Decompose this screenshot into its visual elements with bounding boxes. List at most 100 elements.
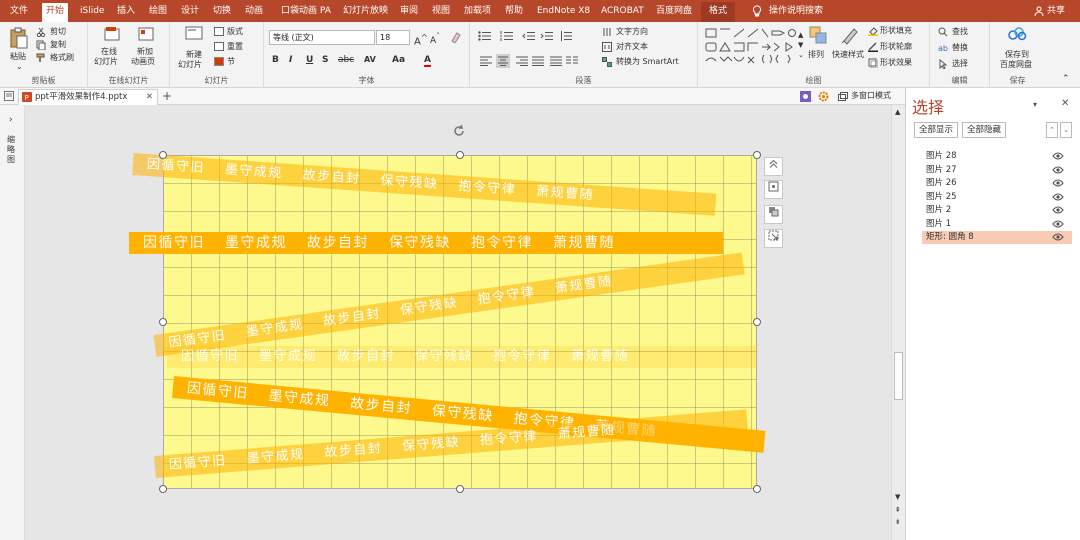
tab-slideshow[interactable]: 幻灯片放映: [343, 4, 388, 22]
find-button[interactable]: 查找: [952, 27, 968, 37]
tab-draw[interactable]: 绘图: [149, 4, 167, 22]
tab-design[interactable]: 设计: [181, 4, 199, 22]
tab-insert[interactable]: 插入: [117, 4, 135, 22]
layout-options-button[interactable]: [764, 157, 783, 176]
show-all-button[interactable]: 全部显示: [914, 122, 959, 138]
new-slide-button[interactable]: 新建: [186, 50, 202, 60]
increase-indent-icon[interactable]: [540, 31, 554, 41]
tabs-menu-icon[interactable]: [4, 91, 14, 101]
resize-handle-sw[interactable]: [159, 485, 167, 493]
clear-format-icon[interactable]: [450, 31, 462, 43]
tab-islide[interactable]: iSlide: [80, 4, 104, 22]
tab-endnote[interactable]: EndNote X8: [537, 4, 590, 22]
resize-handle-nw[interactable]: [159, 151, 167, 159]
replace-button[interactable]: 替换: [952, 43, 968, 53]
selection-list-item[interactable]: 图片 27: [922, 164, 1072, 177]
tab-review[interactable]: 审阅: [400, 4, 418, 22]
visibility-eye-icon[interactable]: [1052, 166, 1064, 174]
distributed-icon[interactable]: [550, 56, 562, 66]
shrink-font-button[interactable]: Aˇ: [430, 32, 440, 46]
selection-list-item[interactable]: 图片 1: [922, 218, 1072, 231]
selection-list-item[interactable]: 图片 25: [922, 191, 1072, 204]
text-band[interactable]: 因循守旧 墨守成规 故步自封 保守残缺 抱令守律 萧规曹随: [129, 232, 723, 254]
tab-addins[interactable]: 加载项: [464, 4, 491, 22]
decrease-indent-icon[interactable]: [522, 31, 536, 41]
addin-palette-icon[interactable]: [800, 91, 811, 102]
select-button[interactable]: 选择: [952, 59, 968, 69]
visibility-eye-icon[interactable]: [1052, 220, 1064, 228]
tab-format[interactable]: 格式: [701, 2, 736, 22]
expand-thumbnails-button[interactable]: ›: [9, 115, 13, 125]
shapes-gallery-scroll[interactable]: ▲ ▼ ⌄: [798, 30, 804, 60]
pane-options-icon[interactable]: ▾: [1033, 100, 1037, 110]
align-left-icon[interactable]: [480, 56, 492, 66]
shape-effects-button[interactable]: 形状效果: [880, 58, 912, 68]
font-color-button[interactable]: A: [424, 55, 431, 67]
resize-handle-w[interactable]: [159, 318, 167, 326]
resize-handle-s[interactable]: [456, 485, 464, 493]
vertical-scrollbar[interactable]: ▲ ▼ ⇞ ⇟: [891, 105, 905, 540]
line-spacing-icon[interactable]: [560, 31, 572, 41]
rotate-handle-icon[interactable]: [451, 123, 467, 139]
numbering-icon[interactable]: [500, 31, 514, 41]
online-slides-button[interactable]: 在线: [101, 47, 117, 57]
multi-window-mode-button[interactable]: 多窗口模式: [851, 91, 891, 101]
hide-all-button[interactable]: 全部隐藏: [962, 122, 1007, 138]
slide-canvas[interactable]: 因循守旧 墨守成规 故步自封 保守残缺 抱令守律 萧规曹随 因循守旧 墨守成规 故步自封 保守残缺…: [25, 105, 891, 540]
strikethrough-button[interactable]: abc: [338, 55, 354, 65]
italic-button[interactable]: I: [289, 55, 292, 65]
share-button[interactable]: 共享: [1047, 4, 1065, 22]
close-tab-icon[interactable]: ✕: [146, 90, 153, 104]
arrange-button[interactable]: 排列: [808, 50, 824, 60]
visibility-eye-icon[interactable]: [1052, 233, 1064, 241]
cut-button[interactable]: 剪切: [50, 27, 66, 37]
visibility-eye-icon[interactable]: [1052, 179, 1064, 187]
bullets-icon[interactable]: [478, 31, 492, 41]
resize-handle-e[interactable]: [753, 318, 761, 326]
bold-button[interactable]: B: [272, 55, 279, 65]
align-center-icon[interactable]: [496, 54, 510, 68]
paste-icon[interactable]: [10, 27, 28, 49]
shape-fill-button[interactable]: 形状填充: [880, 26, 912, 36]
grow-font-button[interactable]: A^: [414, 32, 428, 47]
new-slide-label2[interactable]: 幻灯片: [178, 60, 202, 70]
selection-list-item[interactable]: 图片 28: [922, 150, 1072, 163]
shapes-gallery-icon[interactable]: [704, 27, 796, 67]
align-text-button[interactable]: 对齐文本: [616, 42, 648, 52]
new-tab-button[interactable]: +: [162, 90, 172, 102]
font-size-field[interactable]: 18: [376, 30, 410, 45]
scroll-down-icon[interactable]: ▼: [895, 492, 900, 502]
visibility-eye-icon[interactable]: [1052, 152, 1064, 160]
scrollbar-thumb[interactable]: [894, 352, 903, 400]
columns-icon[interactable]: [566, 56, 578, 66]
resize-handle-ne[interactable]: [753, 151, 761, 159]
resize-handle-n[interactable]: [456, 151, 464, 159]
thumbnails-label[interactable]: 缩略图: [7, 135, 17, 165]
pane-close-icon[interactable]: ✕: [1061, 99, 1069, 109]
group-objects-button[interactable]: [764, 205, 783, 224]
selection-list-item[interactable]: 矩形: 圆角 8: [922, 231, 1072, 244]
shape-outline-button[interactable]: 形状轮廓: [880, 42, 912, 52]
justify-icon[interactable]: [532, 56, 544, 66]
next-slide-icon[interactable]: ⇟: [895, 517, 901, 527]
copy-button[interactable]: 复制: [50, 40, 66, 50]
tab-file[interactable]: 文件: [10, 4, 28, 22]
tab-baidu[interactable]: 百度网盘: [656, 4, 692, 22]
scroll-up-icon[interactable]: ▲: [895, 107, 900, 117]
underline-button[interactable]: U: [306, 55, 313, 65]
crop-center-button[interactable]: [764, 180, 783, 199]
layout-button[interactable]: 版式: [227, 27, 243, 37]
resize-handle-se[interactable]: [753, 485, 761, 493]
text-direction-button[interactable]: 文字方向: [616, 27, 648, 37]
change-case-button[interactable]: Aa: [392, 55, 405, 65]
tab-help[interactable]: 帮助: [505, 4, 523, 22]
quick-styles-button[interactable]: 快速样式: [832, 50, 864, 60]
bring-forward-icon[interactable]: ⌃: [1046, 122, 1058, 138]
save-to-baidu-button[interactable]: 保存到: [1005, 50, 1029, 60]
paste-button[interactable]: 粘贴: [10, 52, 26, 62]
reset-button[interactable]: 重置: [227, 42, 243, 52]
document-tab[interactable]: P ppt平滑效果制作4.pptx ✕: [18, 89, 158, 105]
send-backward-icon[interactable]: ⌄: [1060, 122, 1072, 138]
char-spacing-button[interactable]: AV: [364, 55, 376, 64]
settings-gear-icon[interactable]: [818, 91, 829, 102]
